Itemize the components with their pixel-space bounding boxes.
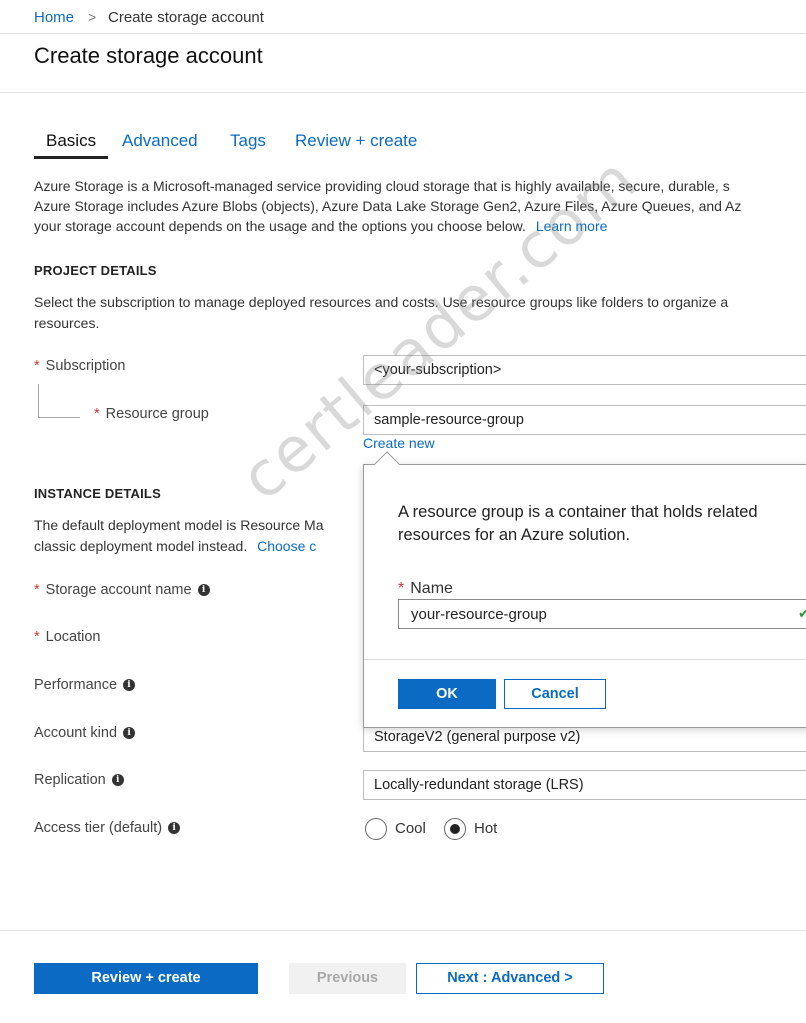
info-icon[interactable]: i xyxy=(197,584,210,597)
breadcrumb-current: Create storage account xyxy=(108,9,264,26)
tab-review-create[interactable]: Review + create xyxy=(295,131,417,151)
project-details-text-line-1: Select the subscription to manage deploy… xyxy=(34,294,729,310)
location-label: * Location xyxy=(34,629,100,645)
title-divider xyxy=(0,92,806,93)
learn-more-link[interactable]: Learn more xyxy=(536,218,608,234)
tab-tags[interactable]: Tags xyxy=(230,131,266,151)
performance-label-text: Performance xyxy=(34,677,118,693)
review-create-button[interactable]: Review + create xyxy=(34,963,258,994)
storage-account-name-label: * Storage account name i xyxy=(34,582,210,598)
project-details-text-line-2: resources. xyxy=(34,315,100,331)
storage-account-name-label-text: Storage account name xyxy=(45,582,192,598)
active-tab-indicator xyxy=(34,156,108,159)
tree-connector-horizontal xyxy=(38,417,80,418)
tab-basics[interactable]: Basics xyxy=(46,131,96,151)
access-tier-cool-radio[interactable] xyxy=(365,818,387,840)
project-details-heading: PROJECT DETAILS xyxy=(34,263,157,278)
next-advanced-button[interactable]: Next : Advanced > xyxy=(416,963,604,994)
required-marker: * xyxy=(94,406,100,422)
instance-details-text-line-1: The default deployment model is Resource… xyxy=(34,517,324,533)
subscription-label: * Subscription xyxy=(34,358,125,374)
choose-classic-link[interactable]: Choose c xyxy=(257,538,316,554)
footer-divider xyxy=(0,930,806,931)
intro-text-line-2: Azure Storage includes Azure Blobs (obje… xyxy=(34,198,742,214)
page-title: Create storage account xyxy=(34,43,263,68)
intro-text-line-3: your storage account depends on the usag… xyxy=(34,216,607,236)
info-icon[interactable]: i xyxy=(123,727,136,740)
info-icon[interactable]: i xyxy=(111,774,124,787)
cancel-button[interactable]: Cancel xyxy=(504,679,606,709)
popup-name-label-text: Name xyxy=(410,580,453,597)
replication-select[interactable]: Locally-redundant storage (LRS) xyxy=(363,770,806,800)
info-icon[interactable]: i xyxy=(168,822,181,835)
account-kind-label-text: Account kind xyxy=(34,725,118,741)
resource-group-label-text: Resource group xyxy=(105,406,209,422)
replication-label: Replication i xyxy=(34,772,124,788)
valid-check-icon: ✔ xyxy=(798,605,806,621)
popup-name-label: * Name xyxy=(398,580,453,598)
instance-details-text-line-2: classic deployment model instead. Choose… xyxy=(34,536,316,556)
popup-divider xyxy=(364,659,806,660)
access-tier-label: Access tier (default) i xyxy=(34,820,181,836)
create-resource-group-popup: A resource group is a container that hol… xyxy=(363,464,806,728)
instance-details-heading: INSTANCE DETAILS xyxy=(34,486,161,501)
create-new-link[interactable]: Create new xyxy=(363,433,435,453)
popup-description: A resource group is a container that hol… xyxy=(398,503,758,544)
previous-button: Previous xyxy=(289,963,406,994)
breadcrumb-separator: > xyxy=(88,9,97,25)
replication-label-text: Replication xyxy=(34,772,106,788)
tab-advanced[interactable]: Advanced xyxy=(122,131,198,151)
subscription-select[interactable]: <your-subscription> xyxy=(363,355,806,385)
intro-text-line-3-body: your storage account depends on the usag… xyxy=(34,218,526,234)
location-label-text: Location xyxy=(45,629,101,645)
resource-group-select[interactable]: sample-resource-group xyxy=(363,405,806,435)
tree-connector-vertical xyxy=(38,384,39,417)
intro-text-line-1: Azure Storage is a Microsoft-managed ser… xyxy=(34,178,730,194)
performance-label: Performance i xyxy=(34,677,136,693)
required-marker: * xyxy=(398,580,405,597)
required-marker: * xyxy=(34,582,40,598)
resource-group-name-input[interactable]: your-resource-group xyxy=(398,599,806,629)
access-tier-hot-radio[interactable] xyxy=(444,818,466,840)
required-marker: * xyxy=(34,358,40,374)
access-tier-cool-label: Cool xyxy=(395,820,426,837)
instance-details-text-line-2-body: classic deployment model instead. xyxy=(34,538,248,554)
required-marker: * xyxy=(34,629,40,645)
info-icon[interactable]: i xyxy=(123,679,136,692)
breadcrumb-home-link[interactable]: Home xyxy=(34,9,74,26)
access-tier-label-text: Access tier (default) xyxy=(34,820,163,836)
access-tier-hot-label: Hot xyxy=(474,820,498,837)
account-kind-label: Account kind i xyxy=(34,725,136,741)
breadcrumb: Home > Create storage account xyxy=(0,0,806,34)
resource-group-label: * Resource group xyxy=(94,406,209,422)
subscription-label-text: Subscription xyxy=(45,358,126,374)
ok-button[interactable]: OK xyxy=(398,679,496,709)
